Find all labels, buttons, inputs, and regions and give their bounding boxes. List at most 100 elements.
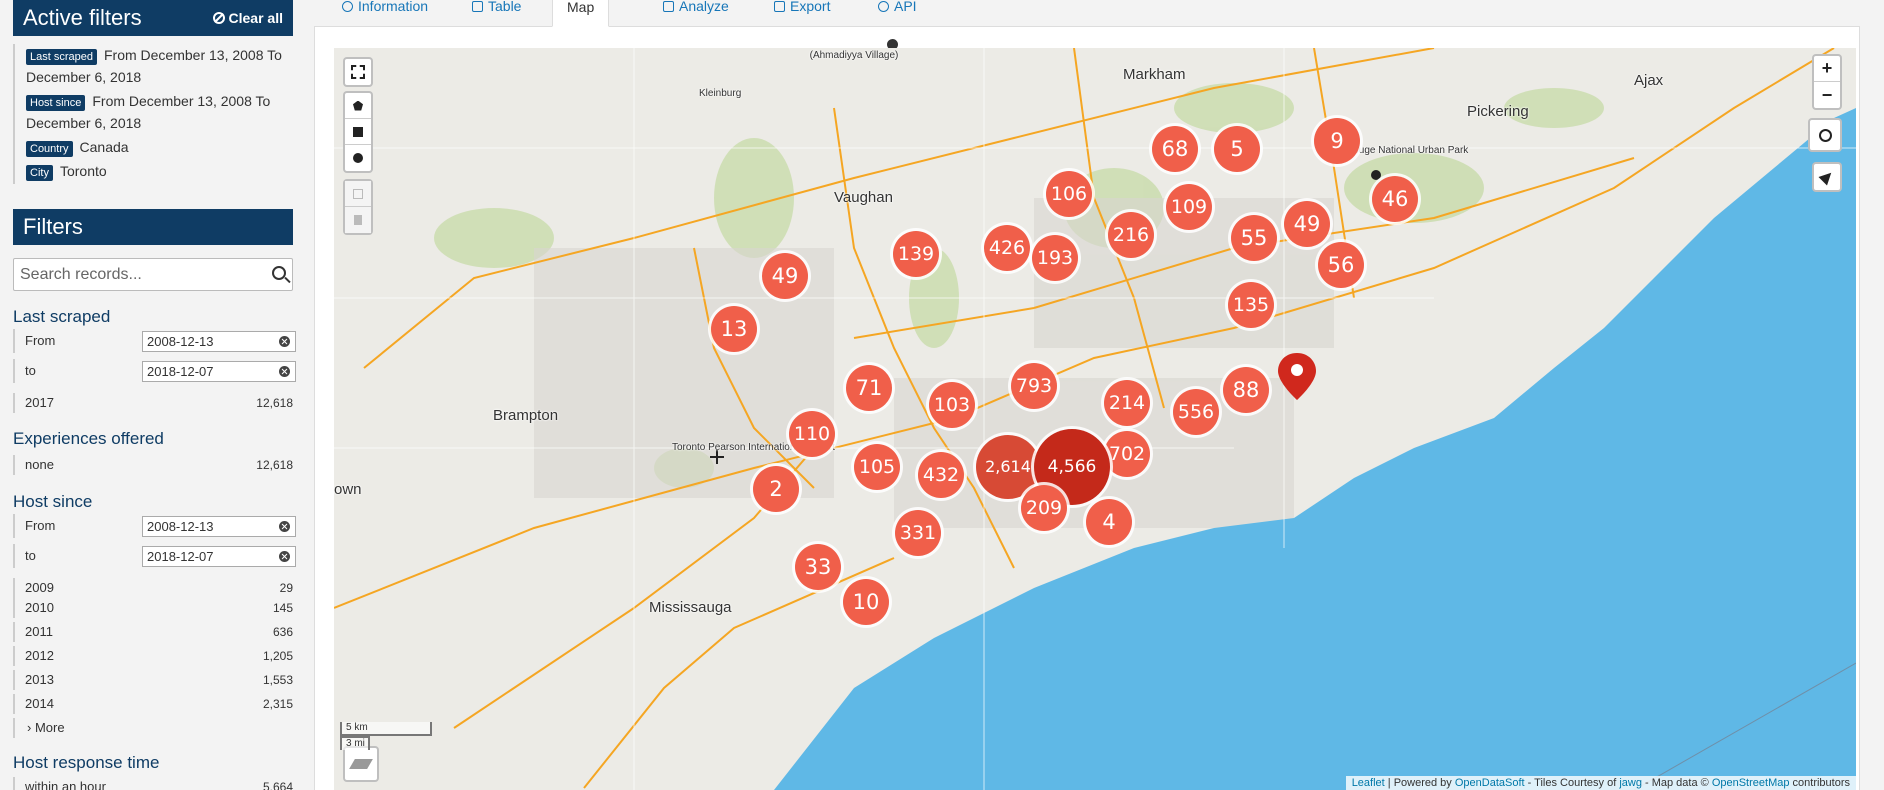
active-filters-title: Active filters <box>23 5 142 30</box>
map-basemap <box>334 48 1856 790</box>
search-box <box>13 258 293 291</box>
facet-count: 636 <box>272 625 293 639</box>
cluster-marker[interactable]: 105 <box>854 444 900 490</box>
osm-link[interactable]: OpenStreetMap <box>1712 777 1790 789</box>
clear-date-icon[interactable] <box>279 336 290 347</box>
edit-icon[interactable] <box>345 181 371 207</box>
fullscreen-icon[interactable] <box>345 59 371 85</box>
map[interactable]: Markham Ajax Pickering Vaughan Kleinburg… <box>334 48 1856 790</box>
tab-api[interactable]: API <box>864 0 931 27</box>
facet-row[interactable]: 2014 2,315 <box>13 694 293 714</box>
facet-row[interactable]: 2010 145 <box>13 598 293 618</box>
zoom-in-button[interactable]: + <box>1814 56 1840 82</box>
tab-table[interactable]: Table <box>458 0 535 27</box>
cluster-marker[interactable]: 49 <box>1284 201 1330 247</box>
clear-date-icon[interactable] <box>279 521 290 532</box>
cluster-marker[interactable]: 135 <box>1228 282 1274 328</box>
from-label: From <box>25 518 56 533</box>
cluster-marker[interactable]: 432 <box>918 452 964 498</box>
cluster-marker[interactable]: 33 <box>795 544 841 590</box>
cluster-marker[interactable]: 49 <box>762 253 808 299</box>
last-scraped-title[interactable]: Last scraped <box>13 307 110 327</box>
cluster-marker[interactable]: 10 <box>843 579 889 625</box>
facet-row[interactable]: 2009 29 <box>13 578 293 598</box>
circle-draw-icon[interactable] <box>345 145 371 171</box>
map-search-icon[interactable] <box>1810 120 1840 150</box>
filter-tag[interactable]: Country <box>26 141 73 157</box>
cluster-marker[interactable]: 88 <box>1223 367 1269 413</box>
clear-all-button[interactable]: Clear all <box>212 10 283 26</box>
ban-icon <box>212 12 225 24</box>
facet-row[interactable]: 2012 1,205 <box>13 646 293 666</box>
facet-label: 2013 <box>25 672 54 687</box>
cluster-marker[interactable]: 216 <box>1108 212 1154 258</box>
tab-information[interactable]: Information <box>328 0 442 27</box>
facet-label: 2012 <box>25 648 54 663</box>
host-since-title[interactable]: Host since <box>13 492 92 512</box>
leaflet-link[interactable]: Leaflet <box>1352 777 1385 789</box>
cluster-marker[interactable]: 4 <box>1086 499 1132 545</box>
cluster-marker[interactable]: 110 <box>789 411 835 457</box>
chart-icon <box>663 1 674 12</box>
cluster-marker[interactable]: 71 <box>846 365 892 411</box>
layers-icon[interactable] <box>345 748 377 780</box>
facet-row[interactable]: within an hour 5,664 <box>13 777 293 790</box>
tab-map[interactable]: Map <box>552 0 898 50</box>
filters-header: Filters <box>13 209 293 245</box>
cluster-marker[interactable]: 331 <box>895 510 941 556</box>
cluster-marker[interactable]: 56 <box>1318 242 1364 288</box>
tab-analyze[interactable]: Analyze <box>649 0 743 27</box>
cluster-marker[interactable]: 139 <box>893 231 939 277</box>
experiences-title[interactable]: Experiences offered <box>13 429 164 449</box>
cluster-marker[interactable]: 103 <box>929 382 975 428</box>
facet-row[interactable]: none 12,618 <box>13 455 293 475</box>
facet-row[interactable]: 2011 636 <box>13 622 293 642</box>
opendatasoft-link[interactable]: OpenDataSoft <box>1455 777 1525 789</box>
cluster-marker[interactable]: 2 <box>753 466 799 512</box>
rectangle-draw-icon[interactable] <box>345 119 371 145</box>
clear-date-icon[interactable] <box>279 551 290 562</box>
search-control <box>1808 118 1842 152</box>
cluster-marker[interactable]: 13 <box>711 306 757 352</box>
cluster-marker[interactable]: 214 <box>1104 380 1150 426</box>
cluster-marker[interactable]: 793 <box>1011 363 1057 409</box>
host-response-time-title[interactable]: Host response time <box>13 753 159 773</box>
clear-date-icon[interactable] <box>279 366 290 377</box>
last-scraped-from-input[interactable]: 2008-12-13 <box>142 331 296 352</box>
cluster-marker[interactable]: 109 <box>1166 184 1212 230</box>
more-link[interactable]: › More <box>13 718 293 738</box>
polygon-draw-icon[interactable] <box>345 93 371 119</box>
cluster-marker[interactable]: 702 <box>1104 431 1150 477</box>
cluster-marker[interactable]: 55 <box>1231 215 1277 261</box>
edit-toolbar <box>343 179 373 235</box>
cluster-marker[interactable]: 106 <box>1046 171 1092 217</box>
cluster-marker[interactable]: 556 <box>1173 389 1219 435</box>
host-since-to-input[interactable]: 2018-12-07 <box>142 546 296 567</box>
facet-count: 145 <box>272 601 293 615</box>
cluster-marker[interactable]: 46 <box>1372 176 1418 222</box>
filter-tag[interactable]: Host since <box>26 95 86 111</box>
search-input[interactable] <box>14 259 254 290</box>
trash-icon[interactable] <box>345 207 371 233</box>
filter-tag[interactable]: Last scraped <box>26 49 97 65</box>
zoom-out-button[interactable]: − <box>1814 82 1840 108</box>
search-icon[interactable] <box>272 266 286 280</box>
host-since-from-input[interactable]: 2008-12-13 <box>142 516 296 537</box>
cluster-marker[interactable]: 426 <box>984 225 1030 271</box>
facet-row[interactable]: 2017 12,618 <box>13 393 293 413</box>
filter-tag[interactable]: City <box>26 165 53 181</box>
cluster-marker[interactable]: 209 <box>1021 485 1067 531</box>
locate-arrow-icon[interactable] <box>1814 164 1840 190</box>
place-label: Mississauga <box>649 599 732 616</box>
cluster-marker[interactable]: 5 <box>1214 126 1260 172</box>
cluster-marker[interactable]: 9 <box>1314 118 1360 164</box>
facet-row[interactable]: 2013 1,553 <box>13 670 293 690</box>
cluster-marker[interactable]: 68 <box>1152 126 1198 172</box>
jawg-link[interactable]: jawg <box>1619 777 1642 789</box>
tab-export[interactable]: Export <box>760 0 844 27</box>
attribution-text: contributors <box>1789 777 1850 789</box>
filter-text: Toronto <box>59 163 107 179</box>
filter-text: Canada <box>79 139 129 155</box>
cluster-marker[interactable]: 193 <box>1032 235 1078 281</box>
last-scraped-to-input[interactable]: 2018-12-07 <box>142 361 296 382</box>
